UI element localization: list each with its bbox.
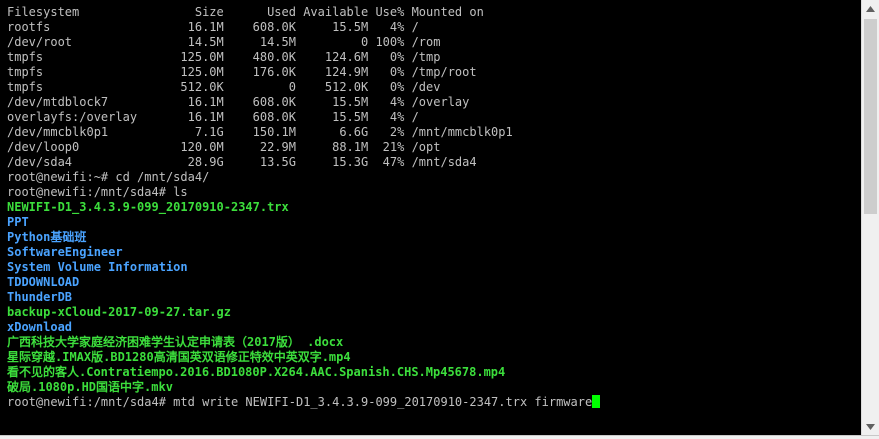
scroll-down-button[interactable] xyxy=(862,418,879,435)
file-entry: backup-xCloud-2017-09-27.tar.gz xyxy=(7,305,231,319)
directory-entry: System Volume Information xyxy=(7,260,188,274)
vertical-scrollbar[interactable] xyxy=(861,0,879,435)
output-line: /dev/mtdblock7 16.1M 608.0K 15.5M 4% /ov… xyxy=(7,95,470,109)
triangle-up-icon xyxy=(866,5,875,12)
directory-entry: PPT xyxy=(7,215,29,229)
directory-entry: TDDOWNLOAD xyxy=(7,275,80,289)
current-command-line[interactable]: root@newifi:/mnt/sda4# mtd write NEWIFI-… xyxy=(7,395,861,410)
output-line: /dev/sda4 28.9G 13.5G 15.3G 47% /mnt/sda… xyxy=(7,155,477,169)
input-bar[interactable] xyxy=(0,435,879,439)
output-line: Filesystem Size Used Available Use% Moun… xyxy=(7,5,484,19)
output-line: rootfs 16.1M 608.0K 15.5M 4% / xyxy=(7,20,419,34)
text-cursor xyxy=(592,395,601,408)
file-entry: 破局.1080p.HD国语中字.mkv xyxy=(7,380,173,394)
file-entry: 看不见的客人.Contratiempo.2016.BD1080P.X264.AA… xyxy=(7,365,506,379)
output-line: /dev/mmcblk0p1 7.1G 150.1M 6.6G 2% /mnt/… xyxy=(7,125,513,139)
directory-entry: Python基础班 xyxy=(7,230,87,244)
current-command-text: root@newifi:/mnt/sda4# mtd write NEWIFI-… xyxy=(7,395,593,409)
file-entry: 星际穿越.IMAX版.BD1280高清国英双语修正特效中英双字.mp4 xyxy=(7,350,351,364)
output-line: tmpfs 512.0K 0 512.0K 0% /dev xyxy=(7,80,441,94)
output-line: /dev/root 14.5M 14.5M 0 100% /rom xyxy=(7,35,441,49)
output-line: /dev/loop0 120.0M 22.9M 88.1M 21% /opt xyxy=(7,140,441,154)
prompt-line: root@newifi:~# cd /mnt/sda4/ xyxy=(7,170,210,184)
terminal-window[interactable]: Filesystem Size Used Available Use% Moun… xyxy=(0,0,861,435)
directory-entry: SoftwareEngineer xyxy=(7,245,123,259)
scroll-up-button[interactable] xyxy=(862,0,879,17)
scrollbar-thumb[interactable] xyxy=(864,19,877,214)
output-line: tmpfs 125.0M 176.0K 124.9M 0% /tmp/root xyxy=(7,65,477,79)
terminal-output: Filesystem Size Used Available Use% Moun… xyxy=(7,5,861,410)
output-line: overlayfs:/overlay 16.1M 608.0K 15.5M 4%… xyxy=(7,110,419,124)
triangle-down-icon xyxy=(866,423,875,430)
prompt-line: root@newifi:/mnt/sda4# ls xyxy=(7,185,188,199)
file-entry: 广西科技大学家庭经济困难学生认定申请表（2017版） .docx xyxy=(7,335,344,349)
output-line: tmpfs 125.0M 480.0K 124.6M 0% /tmp xyxy=(7,50,441,64)
directory-entry: xDownload xyxy=(7,320,73,334)
file-entry: NEWIFI-D1_3.4.3.9-099_20170910-2347.trx xyxy=(7,200,289,214)
directory-entry: ThunderDB xyxy=(7,290,73,304)
